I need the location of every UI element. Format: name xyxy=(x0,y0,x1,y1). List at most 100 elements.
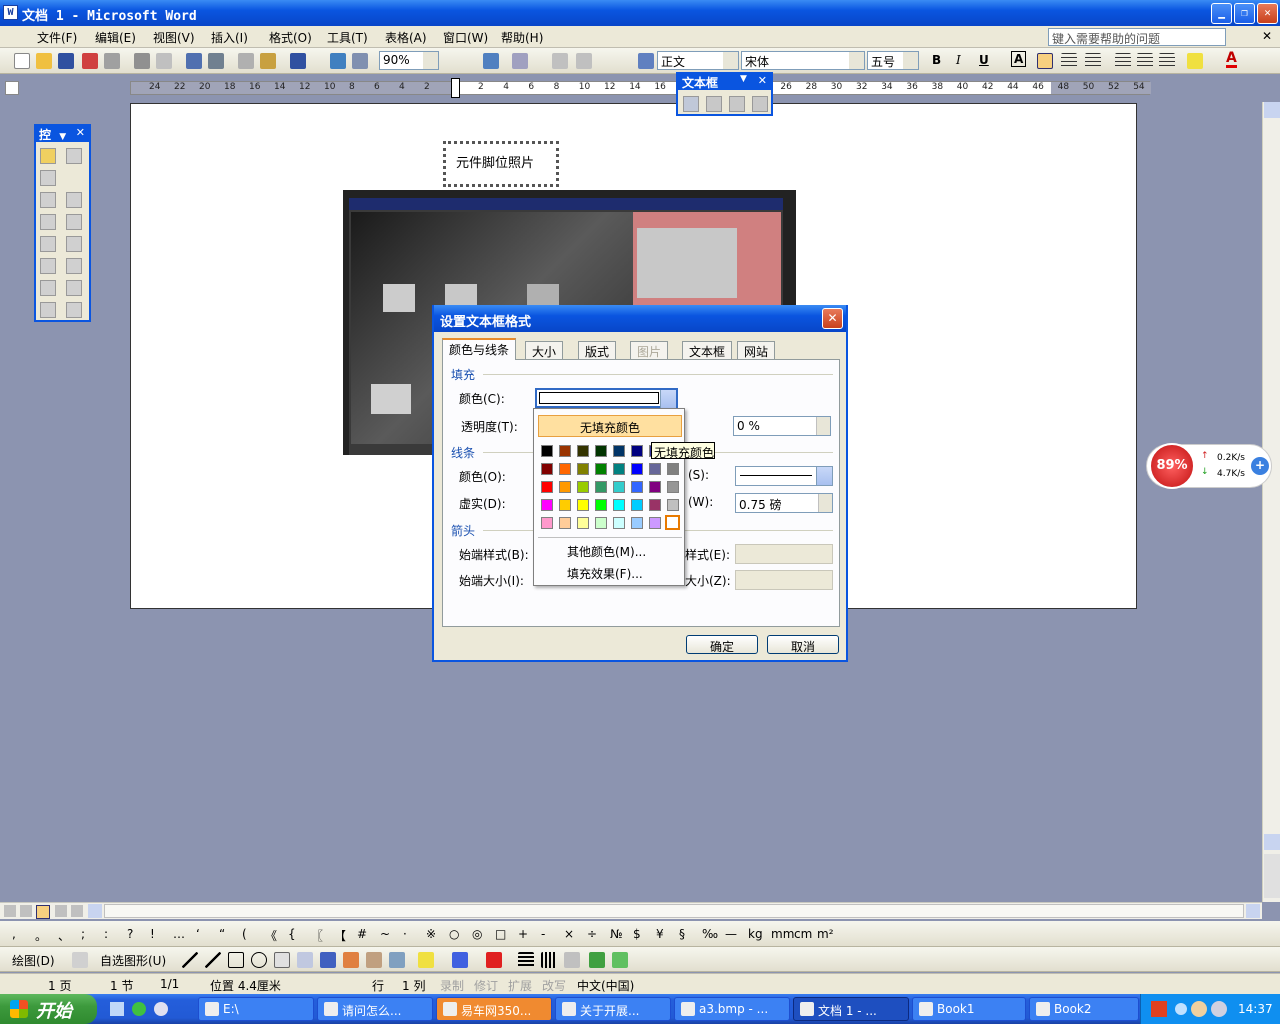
ok-button[interactable]: 确定 xyxy=(686,635,758,654)
symbol-button[interactable]: □ xyxy=(495,927,506,941)
color-swatch[interactable] xyxy=(559,517,571,529)
bold-button[interactable]: B xyxy=(932,53,941,67)
font-size-select[interactable]: 五号 xyxy=(867,51,919,70)
memory-usage-badge[interactable]: 89% xyxy=(1149,443,1195,489)
task-question[interactable]: 请问怎么... xyxy=(317,997,433,1021)
minimize-button[interactable]: ▁ xyxy=(1211,3,1232,24)
symbol-button[interactable]: + xyxy=(518,927,528,941)
wordart-icon[interactable] xyxy=(320,952,336,968)
combobox-control-icon[interactable] xyxy=(66,236,82,252)
color-swatch[interactable] xyxy=(559,463,571,475)
create-link-icon[interactable] xyxy=(683,96,699,112)
task-book1[interactable]: Book1 xyxy=(912,997,1026,1021)
symbol-button[interactable]: “ xyxy=(219,927,225,941)
line-weight-spinner[interactable] xyxy=(818,494,832,512)
symbol-button[interactable]: 《 xyxy=(265,927,277,944)
doc-close-icon[interactable]: ✕ xyxy=(1262,29,1272,43)
color-swatch[interactable] xyxy=(631,499,643,511)
numbering-icon[interactable] xyxy=(1115,53,1131,69)
align-left-icon[interactable] xyxy=(1037,53,1053,69)
color-swatch[interactable] xyxy=(541,463,553,475)
symbol-button[interactable]: 〖 xyxy=(311,927,323,944)
symbol-button[interactable]: ! xyxy=(150,927,155,941)
highlight-icon[interactable] xyxy=(1187,53,1203,69)
horizontal-ruler[interactable]: 2422201816141210864224681012141618202224… xyxy=(130,78,1151,98)
symbol-button[interactable]: — xyxy=(725,927,737,941)
reading-view-icon[interactable] xyxy=(71,905,83,917)
color-swatch[interactable] xyxy=(667,499,679,511)
draw-menu[interactable]: 绘图(D) xyxy=(12,952,55,969)
scroll-right-icon[interactable] xyxy=(1246,904,1260,918)
dialog-title-bar[interactable]: 设置文本框格式 ✕ xyxy=(434,305,846,332)
bullets-icon[interactable] xyxy=(1137,53,1153,69)
network-speed-widget[interactable]: 89% ↑ 0.2K/s ↓ 4.7K/s + xyxy=(1146,443,1272,489)
select-objects-icon[interactable] xyxy=(72,952,88,968)
symbol-button[interactable]: ◎ xyxy=(472,927,482,941)
task-a3-bmp[interactable]: a3.bmp - ... xyxy=(674,997,790,1021)
color-swatch[interactable] xyxy=(541,499,553,511)
textbox-toolbar-header[interactable]: 文本框 ▼ ✕ xyxy=(678,74,771,90)
tray-app-icon[interactable] xyxy=(1191,1001,1207,1017)
symbol-button[interactable]: : xyxy=(104,927,108,941)
previous-textbox-icon[interactable] xyxy=(729,96,745,112)
symbol-button[interactable]: 【 xyxy=(334,927,346,944)
color-swatch[interactable] xyxy=(649,499,661,511)
menu-window[interactable]: 窗口(W) xyxy=(443,29,488,46)
tab-layout[interactable]: 版式 xyxy=(578,341,617,359)
print-icon[interactable] xyxy=(134,53,150,69)
color-swatch[interactable] xyxy=(631,463,643,475)
scroll-up-icon[interactable] xyxy=(1264,102,1280,118)
symbol-button[interactable]: ( xyxy=(242,927,247,941)
zoom-select[interactable]: 90% xyxy=(379,51,439,70)
color-swatch[interactable] xyxy=(541,481,553,493)
next-textbox-icon[interactable] xyxy=(752,96,768,112)
restore-button[interactable]: ❐ xyxy=(1234,3,1255,24)
symbol-button[interactable]: ○ xyxy=(449,927,459,941)
line-weight-input[interactable]: 0.75 磅 xyxy=(735,493,833,513)
textbox-toolbar-dropdown-icon[interactable]: ▼ xyxy=(740,74,747,84)
symbol-button[interactable]: § xyxy=(679,927,685,941)
open-folder-icon[interactable] xyxy=(36,53,52,69)
scroll-left-icon[interactable] xyxy=(88,904,102,918)
color-swatch[interactable] xyxy=(667,463,679,475)
design-mode-icon[interactable] xyxy=(40,148,56,164)
symbol-button[interactable]: ※ xyxy=(426,927,436,941)
oval-tool-icon[interactable] xyxy=(251,952,267,968)
line-style-icon[interactable] xyxy=(518,952,534,968)
tab-textbox[interactable]: 文本框 xyxy=(682,341,733,359)
button-control-icon[interactable] xyxy=(40,214,56,230)
font-select[interactable]: 宋体 xyxy=(741,51,865,70)
color-swatch[interactable] xyxy=(595,445,607,457)
show-hide-icon[interactable] xyxy=(576,53,592,69)
color-swatch[interactable] xyxy=(559,499,571,511)
textbox-control-icon[interactable] xyxy=(66,192,82,208)
listbox-control-icon[interactable] xyxy=(40,236,56,252)
rectangle-tool-icon[interactable] xyxy=(228,952,244,968)
horizontal-scroll-thumb[interactable] xyxy=(104,904,1244,918)
textbox-toolbar-close-icon[interactable]: ✕ xyxy=(758,74,767,87)
color-swatch[interactable] xyxy=(631,445,643,457)
tab-size[interactable]: 大小 xyxy=(525,341,564,359)
status-ovr[interactable]: 改写 xyxy=(542,977,566,994)
break-link-icon[interactable] xyxy=(706,96,722,112)
task-document1[interactable]: 文档 1 - ... xyxy=(793,997,909,1021)
more-colors-option[interactable]: 其他颜色(M)... xyxy=(567,543,646,560)
color-swatch[interactable] xyxy=(613,481,625,493)
color-swatch[interactable] xyxy=(613,517,625,529)
arrow-tool-icon[interactable] xyxy=(205,952,221,968)
quicklaunch-browser-icon[interactable] xyxy=(132,1002,146,1016)
color-swatch[interactable] xyxy=(577,481,589,493)
start-button[interactable]: 开始 xyxy=(0,994,97,1024)
symbol-button[interactable]: ‘ xyxy=(196,927,200,941)
color-swatch[interactable] xyxy=(541,445,553,457)
tab-web[interactable]: 网站 xyxy=(737,341,776,359)
menu-format[interactable]: 格式(O) xyxy=(269,29,312,46)
caption-textbox[interactable]: 元件脚位照片 xyxy=(443,141,559,187)
label-control-icon[interactable] xyxy=(66,280,82,296)
color-swatch[interactable] xyxy=(613,445,625,457)
indent-marker-icon[interactable] xyxy=(451,78,460,98)
table-icon[interactable] xyxy=(352,53,368,69)
draw-fill-color-icon[interactable] xyxy=(418,952,434,968)
web-view-icon[interactable] xyxy=(20,905,32,917)
color-swatch[interactable] xyxy=(577,517,589,529)
